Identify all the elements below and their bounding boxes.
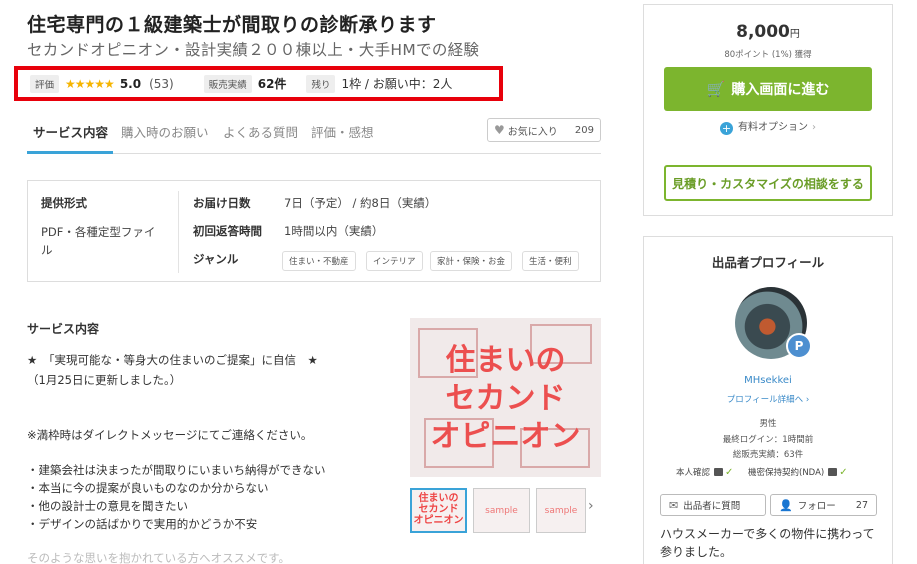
- description-line: ★ 「実現可能な・等身大の住まいのご提案」に自信 ★: [27, 353, 318, 367]
- page-title: 住宅専門の１級建築士が間取りの診断承ります: [27, 14, 437, 36]
- genre-tag[interactable]: インテリア: [366, 251, 423, 271]
- stats-bar: 評価 ★★★★★ 5.0 (53) 販売実績 62件 残り 1枠 / お願い中：…: [14, 66, 503, 101]
- user-plus-icon: 👤: [779, 498, 793, 512]
- paid-option-link[interactable]: + 有料オプション ›: [644, 118, 892, 135]
- delivery-value: 7日（予定） / 約8日（実績）: [284, 196, 437, 210]
- thumbnail-text: 住まいの セカンド オピニオン: [413, 493, 464, 526]
- main-image-text: 住まいの セカンド オピニオン: [430, 343, 581, 454]
- reply-label: 初回返答時間: [193, 224, 262, 238]
- format-value: PDF・各種定型ファイル: [41, 225, 156, 257]
- chevron-right-icon[interactable]: ›: [588, 498, 594, 514]
- page-subtitle: セカンドオピニオン・設計実績２００棟以上・大手HMでの経験: [27, 41, 480, 59]
- seller-intro: ハウスメーカーで多くの物件に携わって参りました。: [660, 527, 875, 559]
- nda-label: 機密保持契約(NDA): [748, 468, 825, 478]
- thumbnail-2[interactable]: sample: [473, 488, 530, 533]
- mail-icon: ✉: [669, 498, 679, 512]
- option-label: 有料オプション: [738, 122, 808, 133]
- total-sales: 総販売実績：63件: [732, 450, 804, 460]
- description-line: ・建築会社は決まったが間取りにいまいち納得ができない: [27, 463, 326, 477]
- service-heading: サービス内容: [27, 322, 100, 336]
- favorite-button[interactable]: ♥ お気に入り 209: [487, 118, 601, 142]
- check-icon: ✓: [839, 467, 848, 478]
- chevron-right-icon: ›: [812, 122, 816, 133]
- tab-bar: サービス内容 購入時のお願い よくある質問 評価・感想 ♥ お気に入り 209: [27, 112, 601, 154]
- id-card-icon: [714, 468, 724, 476]
- format-label: 提供形式: [41, 196, 87, 210]
- tab-service[interactable]: サービス内容: [33, 122, 108, 141]
- price-unit: 円: [789, 29, 800, 40]
- favorite-label: お気に入り: [507, 126, 558, 138]
- description-line: （1月25日に更新しました。）: [27, 373, 182, 387]
- seller-name[interactable]: MHsekkei: [644, 375, 892, 386]
- identity-label: 本人確認: [676, 468, 711, 478]
- cart-icon: 🛒: [706, 80, 726, 98]
- genre-label: ジャンル: [193, 252, 239, 266]
- thumbnail-3[interactable]: sample: [536, 488, 586, 533]
- follow-count: 27: [855, 499, 868, 511]
- profile-heading: 出品者プロフィール: [711, 255, 825, 270]
- seller-profile-box: 出品者プロフィール P MHsekkei プロフィール詳細へ › 男性 最終ログ…: [643, 236, 893, 564]
- rating-tag: 評価: [30, 74, 60, 93]
- genre-tag[interactable]: 住まい・不動産: [282, 251, 356, 271]
- follow-button[interactable]: 👤 フォロー 27: [770, 494, 877, 516]
- star-rating-icon: ★★★★★: [65, 76, 115, 91]
- rank-badge-icon: P: [786, 333, 812, 359]
- buy-label: 購入画面に進む: [731, 82, 830, 98]
- review-count[interactable]: (53): [149, 77, 174, 91]
- favorite-count: 209: [574, 124, 594, 136]
- price-value: 8,000: [736, 22, 790, 42]
- info-divider: [178, 191, 179, 273]
- sample-watermark: sample: [544, 506, 578, 516]
- identity-verified: 本人確認 ✓: [676, 466, 733, 478]
- service-info-box: 提供形式 PDF・各種定型ファイル お届け日数 7日（予定） / 約8日（実績）…: [27, 180, 601, 282]
- remaining-value: 1枠 / お願い中：2人: [341, 77, 453, 91]
- description-line: ・本当に今の提案が良いものなのか分からない: [27, 481, 269, 495]
- description-line-faded: そのような思いを抱かれている方へオススメです。: [27, 551, 291, 564]
- active-tab-indicator: [27, 151, 113, 154]
- buy-button[interactable]: 🛒 購入画面に進む: [664, 67, 872, 111]
- remaining-tag: 残り: [306, 74, 336, 93]
- plus-icon: +: [720, 122, 733, 135]
- seller-gender: 男性: [759, 419, 777, 429]
- profile-detail-link[interactable]: プロフィール詳細へ ›: [644, 393, 892, 405]
- tab-faq[interactable]: よくある質問: [223, 122, 298, 141]
- tab-reviews[interactable]: 評価・感想: [311, 122, 374, 141]
- sample-watermark: sample: [485, 506, 518, 516]
- follow-label: フォロー: [797, 501, 836, 512]
- genre-tag[interactable]: 家計・保険・お金: [430, 251, 513, 271]
- last-login: 最終ログイン：1時間前: [722, 435, 814, 445]
- delivery-label: お届け日数: [193, 196, 251, 210]
- heart-icon: ♥: [494, 123, 505, 137]
- main-service-image[interactable]: 住まいの セカンド オピニオン: [410, 318, 601, 477]
- genre-tag[interactable]: 生活・便利: [522, 251, 579, 271]
- description-line: ・他の設計士の意見を聞きたい: [27, 499, 188, 513]
- ask-label: 出品者に質問: [683, 501, 741, 512]
- estimate-button[interactable]: 見積り・カスタマイズの相談をする: [664, 165, 872, 201]
- nda-status: 機密保持契約(NDA) ✓: [748, 466, 848, 478]
- rating-value: 5.0: [119, 76, 142, 91]
- sales-count: 62件: [257, 77, 287, 91]
- sales-tag: 販売実績: [203, 74, 252, 93]
- thumbnail-1[interactable]: 住まいの セカンド オピニオン: [410, 488, 467, 533]
- document-icon: [828, 468, 838, 476]
- points-text: 80ポイント (1%) 獲得: [724, 50, 812, 60]
- ask-seller-button[interactable]: ✉ 出品者に質問: [660, 494, 766, 516]
- purchase-box: 8,000円 80ポイント (1%) 獲得 🛒 購入画面に進む + 有料オプション…: [643, 4, 893, 216]
- description-line: ※満枠時はダイレクトメッセージにてご連絡ください。: [27, 428, 313, 442]
- reply-value: 1時間以内（実績）: [284, 224, 384, 238]
- price: 8,000円: [644, 22, 892, 42]
- tab-purchase-request[interactable]: 購入時のお願い: [121, 122, 209, 141]
- description-line: ・デザインの話ばかりで実用的かどうか不安: [27, 517, 258, 531]
- check-icon: ✓: [725, 467, 734, 478]
